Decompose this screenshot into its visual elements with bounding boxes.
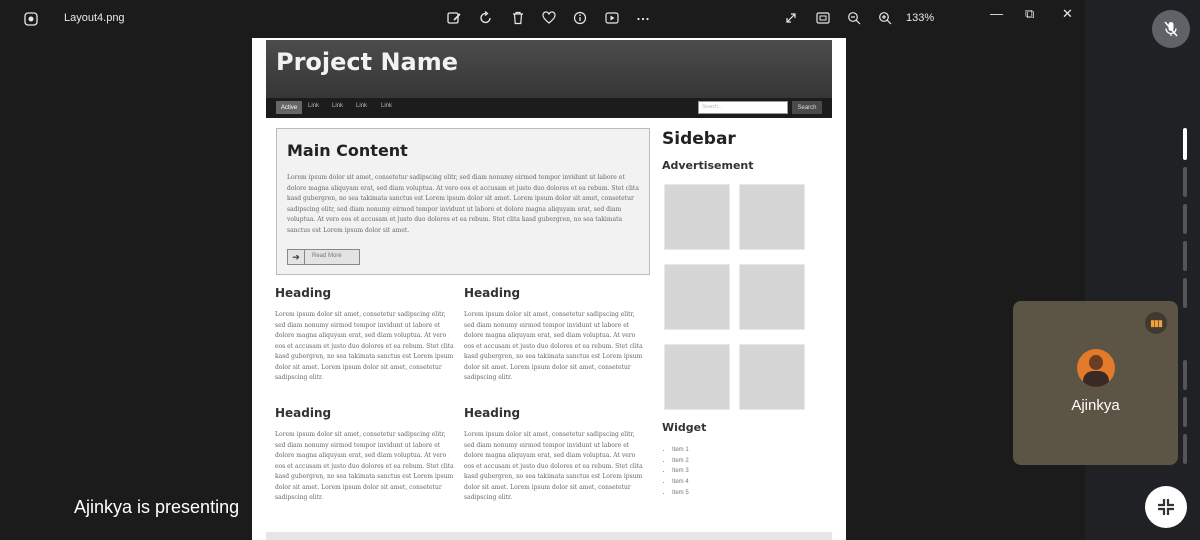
project-name: Project Name [276,48,459,76]
nav-link: Link [381,103,393,109]
ad-placeholder [664,264,730,330]
column-heading: Heading [464,406,521,420]
column-text: Lorem ipsum dolor sit amet, consetetur s… [464,431,643,501]
viewer-toolbar: Layout4.png 133% — ⧉ ✕ [0,0,1085,38]
slideshow-icon[interactable] [601,7,623,29]
filmstrip-indicator[interactable] [1183,360,1187,390]
more-icon[interactable] [632,7,654,29]
widget-item: Item 2 [672,456,689,467]
read-more-label: Read More [312,253,342,259]
layout-image: Project Name Active Link Link Link Link … [252,38,846,540]
layout-navbar: Active Link Link Link Link Search... Sea… [266,98,832,118]
delete-icon[interactable] [507,7,529,29]
widget-item: Item 3 [672,466,689,477]
collapse-view-button[interactable] [1145,486,1187,528]
main-content-text: Lorem ipsum dolor sit amet, consetetur s… [287,174,639,234]
filmstrip-indicator[interactable] [1183,397,1187,427]
rotate-icon[interactable] [475,7,497,29]
main-content-title: Main Content [287,141,408,160]
image-viewer-window: Layout4.png 133% — ⧉ ✕ Project Name Acti… [0,0,1085,540]
widget-item: Item 5 [672,488,689,499]
advertisement-heading: Advertisement [662,159,754,172]
column-heading: Heading [275,406,332,420]
sidebar-title: Sidebar [662,129,736,149]
info-icon[interactable] [569,7,591,29]
close-button[interactable]: ✕ [1062,6,1073,22]
widget-item: Item 1 [672,445,689,456]
filmstrip-indicator[interactable] [1183,278,1187,308]
file-name: Layout4.png [64,12,125,24]
column-heading: Heading [275,286,332,300]
column-text: Lorem ipsum dolor sit amet, consetetur s… [464,311,643,381]
layout-search-button: Search [792,101,822,114]
collapse-icon [1158,499,1174,515]
column-text: Lorem ipsum dolor sit amet, consetetur s… [275,311,454,381]
read-more-button: ➔ Read More [287,249,360,265]
participant-tile[interactable]: ▮▮▮ Ajinkya [1013,301,1178,465]
nav-link: Link [308,103,320,109]
restore-button[interactable]: ⧉ [1025,6,1034,22]
participant-name: Ajinkya [1071,397,1120,414]
layout-header: Project Name Active Link Link Link Link … [266,40,832,118]
ad-placeholder [739,344,805,410]
widget-heading: Widget [662,421,707,434]
filmstrip-indicator[interactable] [1183,204,1187,234]
favorite-icon[interactable] [538,7,560,29]
zoom-level: 133% [906,12,935,24]
ad-placeholder [664,344,730,410]
layout-footer [266,532,832,540]
audio-level-icon: ▮▮▮ [1145,312,1167,334]
ad-placeholder [664,184,730,250]
filmstrip-indicator-active[interactable] [1183,128,1187,160]
fit-screen-icon[interactable] [812,7,834,29]
zoom-in-icon[interactable] [874,7,896,29]
avatar [1077,349,1115,387]
nav-active-link: Active [276,101,302,114]
presenting-banner: Ajinkya is presenting [74,497,240,517]
mic-off-icon [1164,21,1178,37]
ad-placeholder [739,264,805,330]
minimize-button[interactable]: — [990,6,1003,21]
column-heading: Heading [464,286,521,300]
edit-image-icon[interactable] [443,7,465,29]
fullscreen-icon[interactable] [780,7,802,29]
filmstrip-indicator[interactable] [1183,241,1187,271]
mic-muted-button[interactable] [1152,10,1190,48]
widget-item: Item 4 [672,477,689,488]
nav-link: Link [356,103,368,109]
main-content-box: Main Content Lorem ipsum dolor sit amet,… [276,128,650,275]
ad-placeholder [739,184,805,250]
nav-link: Link [332,103,344,109]
arrow-right-icon: ➔ [288,250,305,264]
filmstrip-indicator[interactable] [1183,167,1187,197]
app-icon [20,8,42,30]
filmstrip-indicator[interactable] [1183,434,1187,464]
zoom-out-icon[interactable] [843,7,865,29]
widget-list: Item 1 Item 2 Item 3 Item 4 Item 5 [672,445,689,499]
column-text: Lorem ipsum dolor sit amet, consetetur s… [275,431,454,501]
layout-search-input: Search... [698,101,788,114]
